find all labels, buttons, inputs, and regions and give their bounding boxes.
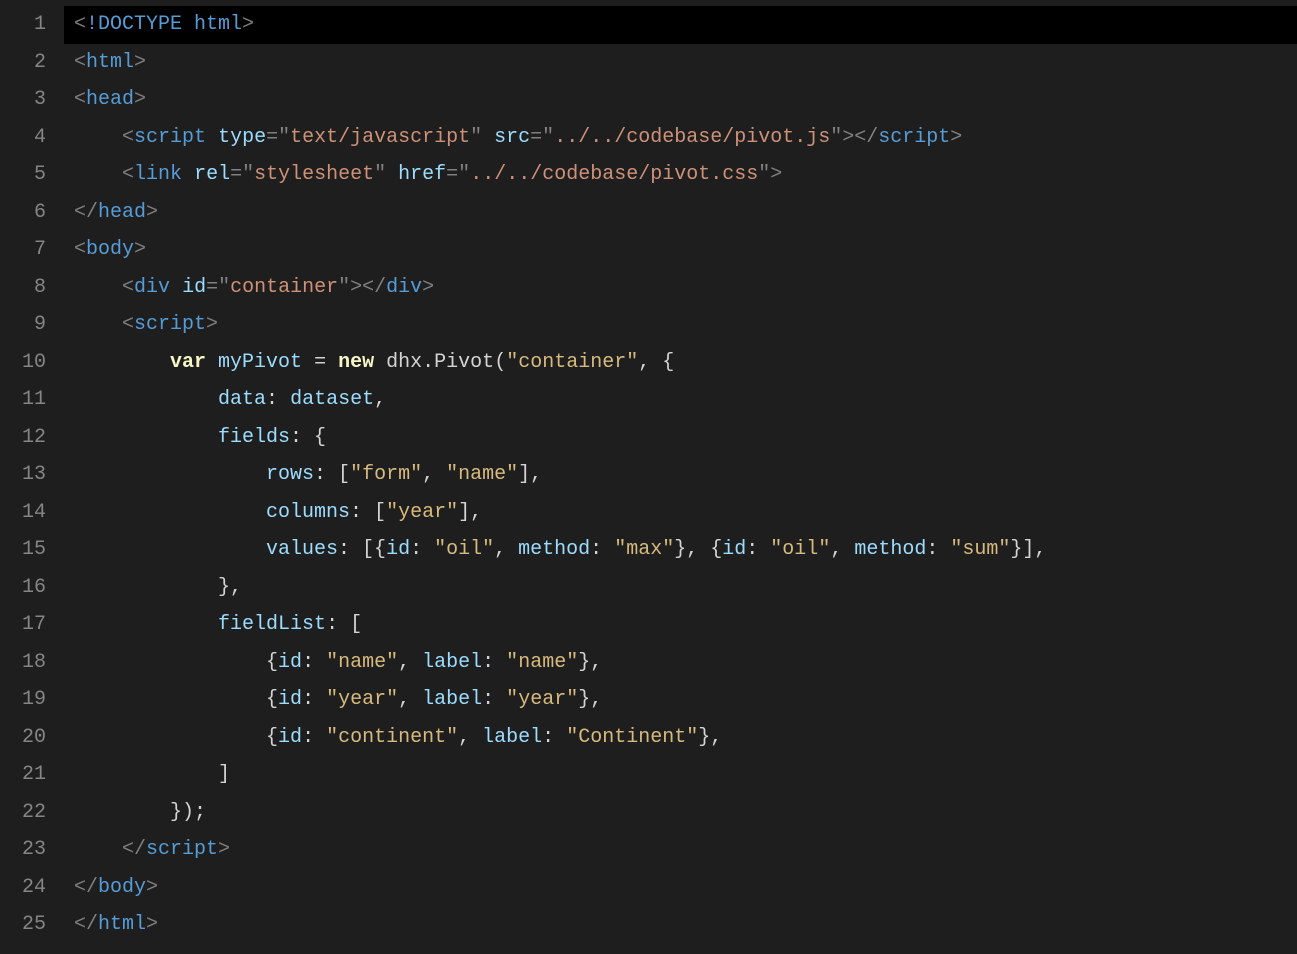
line-number: 12	[10, 419, 46, 457]
line-number: 13	[10, 456, 46, 494]
code-line[interactable]: rows: ["form", "name"],	[64, 456, 1297, 494]
line-number: 10	[10, 344, 46, 382]
code-line[interactable]: var myPivot = new dhx.Pivot("container",…	[64, 344, 1297, 382]
code-line[interactable]: });	[64, 794, 1297, 832]
code-line[interactable]: <link rel="stylesheet" href="../../codeb…	[64, 156, 1297, 194]
line-number: 11	[10, 381, 46, 419]
code-line[interactable]: data: dataset,	[64, 381, 1297, 419]
code-line[interactable]: <script type="text/javascript" src="../.…	[64, 119, 1297, 157]
code-line[interactable]: {id: "name", label: "name"},	[64, 644, 1297, 682]
code-line[interactable]: </html>	[64, 906, 1297, 944]
line-number: 23	[10, 831, 46, 869]
code-line[interactable]: <!DOCTYPE html>	[64, 6, 1297, 44]
line-number: 1	[10, 6, 46, 44]
line-number: 22	[10, 794, 46, 832]
line-number: 2	[10, 44, 46, 82]
line-number: 4	[10, 119, 46, 157]
line-number: 21	[10, 756, 46, 794]
line-number: 24	[10, 869, 46, 907]
line-number: 19	[10, 681, 46, 719]
code-line[interactable]: <html>	[64, 44, 1297, 82]
code-line[interactable]: </head>	[64, 194, 1297, 232]
code-line[interactable]: ]	[64, 756, 1297, 794]
code-line[interactable]: fieldList: [	[64, 606, 1297, 644]
line-number: 25	[10, 906, 46, 944]
line-number: 20	[10, 719, 46, 757]
code-line[interactable]: },	[64, 569, 1297, 607]
line-number: 5	[10, 156, 46, 194]
line-number: 17	[10, 606, 46, 644]
line-number: 15	[10, 531, 46, 569]
code-content[interactable]: <!DOCTYPE html> <html> <head> <script ty…	[64, 0, 1297, 954]
line-number: 18	[10, 644, 46, 682]
code-line[interactable]: <script>	[64, 306, 1297, 344]
code-line[interactable]: {id: "continent", label: "Continent"},	[64, 719, 1297, 757]
code-editor[interactable]: 1 2 3 4 5 6 7 8 9 10 11 12 13 14 15 16 1…	[0, 0, 1297, 954]
line-number: 14	[10, 494, 46, 532]
code-line[interactable]: values: [{id: "oil", method: "max"}, {id…	[64, 531, 1297, 569]
code-line[interactable]: </body>	[64, 869, 1297, 907]
line-number: 3	[10, 81, 46, 119]
code-line[interactable]: fields: {	[64, 419, 1297, 457]
code-line[interactable]: {id: "year", label: "year"},	[64, 681, 1297, 719]
code-line[interactable]: <div id="container"></div>	[64, 269, 1297, 307]
line-number: 7	[10, 231, 46, 269]
line-number: 8	[10, 269, 46, 307]
code-line[interactable]: columns: ["year"],	[64, 494, 1297, 532]
line-number-gutter: 1 2 3 4 5 6 7 8 9 10 11 12 13 14 15 16 1…	[0, 0, 64, 954]
code-line[interactable]: </script>	[64, 831, 1297, 869]
line-number: 16	[10, 569, 46, 607]
line-number: 9	[10, 306, 46, 344]
code-line[interactable]: <head>	[64, 81, 1297, 119]
line-number: 6	[10, 194, 46, 232]
code-line[interactable]: <body>	[64, 231, 1297, 269]
